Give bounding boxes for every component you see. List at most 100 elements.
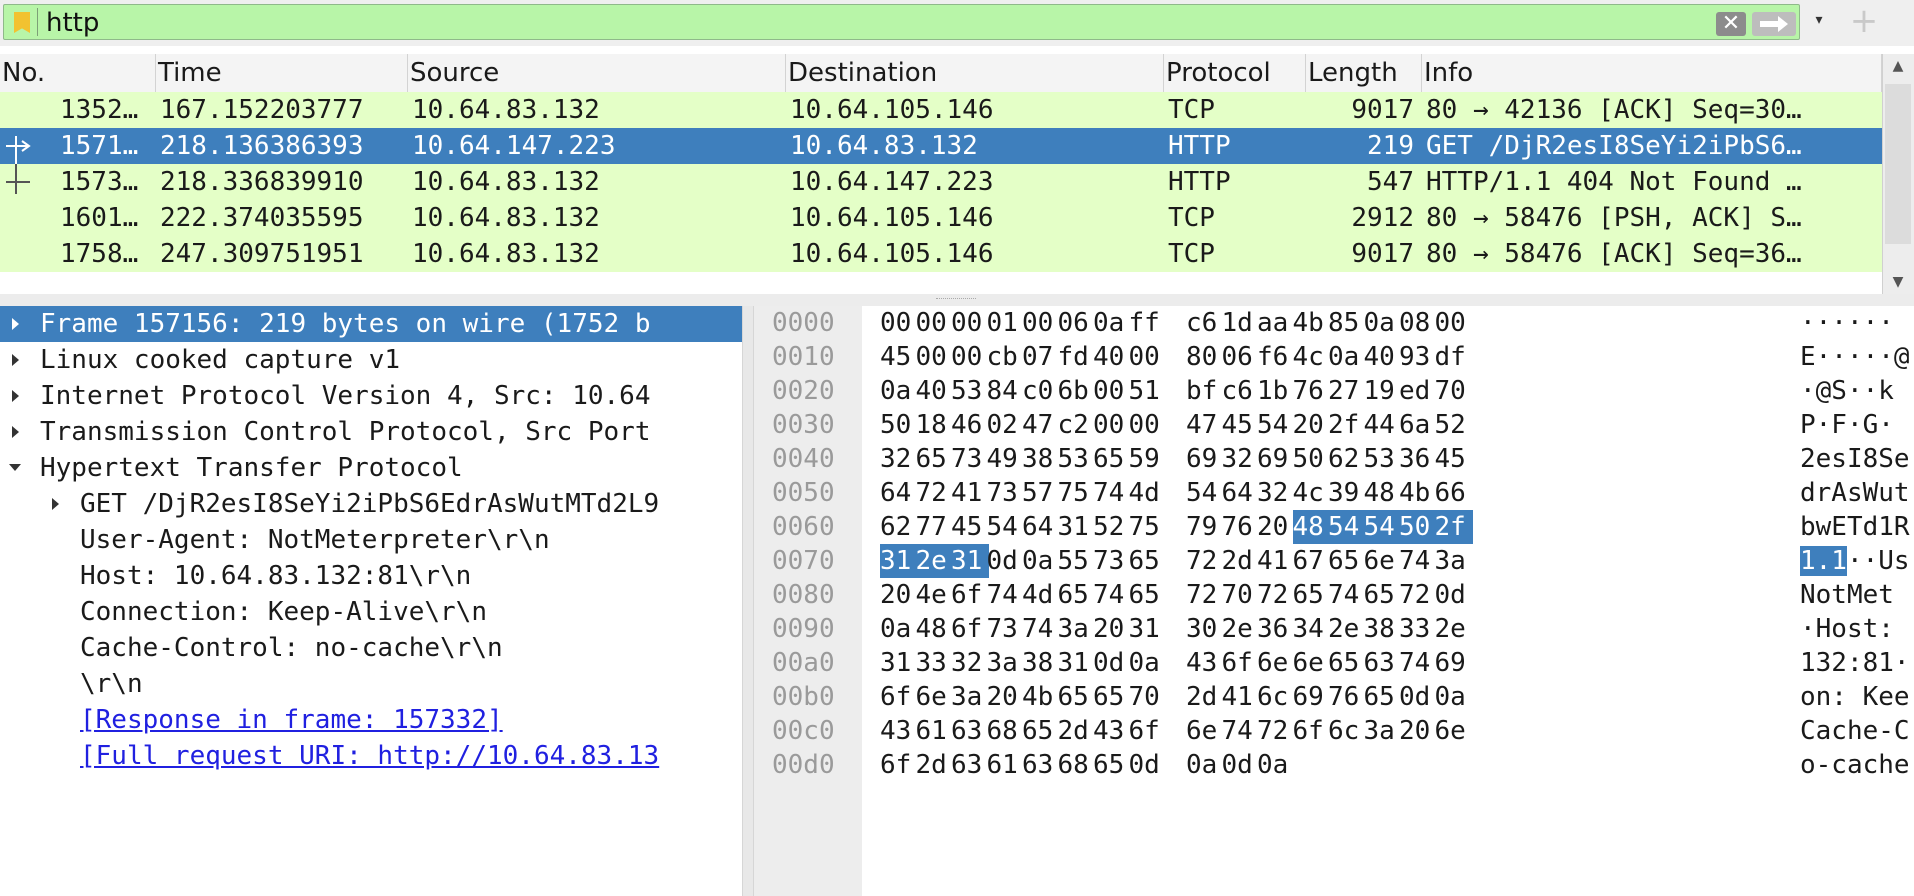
hex-byte[interactable]: 07 [1022,340,1060,374]
display-filter-input[interactable]: http ✕ [3,4,1800,40]
detail-tree-item[interactable]: Connection: Keep-Alive\r\n [0,594,742,630]
hex-byte[interactable]: 40 [1364,340,1402,374]
collapsed-arrow-icon[interactable] [6,378,26,414]
detail-tree-item[interactable]: [Full request URI: http://10.64.83.13 [0,738,742,774]
hex-byte[interactable]: 55 [1058,544,1096,578]
hex-byte[interactable]: 38 [1364,612,1402,646]
scroll-up-icon[interactable]: ▲ [1883,54,1913,78]
hex-byte[interactable]: 68 [987,714,1025,748]
hex-byte[interactable]: 72 [1257,714,1295,748]
hex-byte[interactable]: 20 [1257,510,1295,544]
hex-byte[interactable]: 53 [1364,442,1402,476]
hex-byte[interactable]: 48 [916,612,954,646]
hex-byte[interactable]: 43 [1093,714,1131,748]
hex-byte[interactable]: 20 [880,578,918,612]
hex-byte[interactable]: 6b [1058,374,1096,408]
hex-byte[interactable]: 00 [1093,374,1131,408]
hex-byte[interactable]: 53 [951,374,989,408]
hex-byte[interactable]: 0a [1186,748,1224,782]
hex-byte[interactable]: 80 [1186,340,1224,374]
hex-byte[interactable]: 54 [1328,510,1366,544]
hex-byte[interactable]: 6f [1293,714,1331,748]
hex-byte[interactable]: bf [1186,374,1224,408]
hex-byte[interactable]: 65 [1129,578,1167,612]
detail-tree-item[interactable]: [Response in frame: 157332] [0,702,742,738]
hex-byte[interactable]: 50 [1293,442,1331,476]
hex-byte[interactable]: 4d [1129,476,1167,510]
detail-tree-item[interactable]: Internet Protocol Version 4, Src: 10.64 [0,378,742,414]
hex-byte[interactable]: 32 [1257,476,1295,510]
hex-byte[interactable]: 2e [915,544,954,578]
hex-byte[interactable]: 74 [987,578,1025,612]
hex-byte[interactable]: df [1435,340,1473,374]
hex-ascii[interactable]: 2esI8Se [1800,442,1910,476]
detail-tree-item[interactable]: Transmission Control Protocol, Src Port [0,414,742,450]
hex-byte[interactable]: 2d [1186,680,1224,714]
hex-byte[interactable]: 20 [987,680,1025,714]
hex-byte[interactable]: 76 [1328,680,1366,714]
filter-history-dropdown-icon[interactable]: ▾ [1808,5,1830,35]
hex-byte[interactable]: 00 [916,340,954,374]
scroll-down-icon[interactable]: ▼ [1883,270,1913,294]
hex-byte[interactable]: 84 [987,374,1025,408]
hex-byte[interactable]: 20 [1293,408,1331,442]
collapsed-arrow-icon[interactable] [6,414,26,450]
hex-byte[interactable]: 65 [1328,646,1366,680]
hex-byte[interactable]: 72 [1257,578,1295,612]
hex-byte[interactable]: 75 [1129,510,1167,544]
hex-byte[interactable]: 6e [1435,714,1473,748]
hex-byte[interactable]: 61 [987,748,1025,782]
hex-byte[interactable]: 43 [1186,646,1224,680]
hex-byte[interactable]: 52 [1435,408,1473,442]
hex-byte[interactable]: 38 [1022,442,1060,476]
hex-byte[interactable]: 50 [1399,510,1437,544]
hex-byte[interactable]: f6 [1257,340,1295,374]
hex-byte[interactable]: 50 [880,408,918,442]
column-header-protocol[interactable]: Protocol [1164,54,1306,92]
hex-byte[interactable]: 4e [916,578,954,612]
hex-byte[interactable]: 77 [916,510,954,544]
hex-byte[interactable]: 48 [1364,476,1402,510]
hex-byte[interactable]: 65 [1129,544,1167,578]
hex-byte[interactable]: 4c [1293,476,1331,510]
hex-byte[interactable]: 2d [1222,544,1260,578]
hex-byte[interactable]: 65 [1058,578,1096,612]
hex-byte[interactable]: 72 [916,476,954,510]
hex-byte[interactable]: cb [987,340,1025,374]
hex-byte[interactable]: 75 [1058,476,1096,510]
hex-byte[interactable]: 45 [951,510,989,544]
hex-byte[interactable]: 73 [951,442,989,476]
hex-byte[interactable]: 36 [1399,442,1437,476]
hex-byte[interactable]: 32 [951,646,989,680]
hex-byte[interactable]: c2 [1058,408,1096,442]
hex-byte[interactable]: 6f [951,578,989,612]
hex-byte[interactable]: 65 [1058,680,1096,714]
hex-byte[interactable]: 76 [1222,510,1260,544]
hex-byte[interactable]: 6f [880,680,918,714]
hex-byte[interactable]: 0a [1364,306,1402,340]
hex-ascii[interactable]: P·F·G· [1800,408,1894,442]
hex-byte[interactable]: 2e [1222,612,1260,646]
hex-byte[interactable]: 00 [951,306,989,340]
hex-byte[interactable]: 41 [1222,680,1260,714]
hex-byte[interactable]: 46 [951,408,989,442]
hex-byte[interactable]: 3a [951,680,989,714]
hex-byte[interactable]: 00 [1435,306,1473,340]
hex-byte[interactable]: 74 [1222,714,1260,748]
hex-byte[interactable]: 49 [987,442,1025,476]
hex-byte[interactable]: 41 [951,476,989,510]
detail-tree-item[interactable]: Cache-Control: no-cache\r\n [0,630,742,666]
hex-byte[interactable]: 01 [987,306,1025,340]
hex-byte[interactable]: 65 [1364,578,1402,612]
hex-ascii[interactable]: drAsWut [1800,476,1910,510]
hex-byte[interactable]: aa [1257,306,1295,340]
hex-byte[interactable]: 74 [1093,578,1131,612]
hex-byte[interactable]: 65 [1022,714,1060,748]
hex-byte[interactable]: 02 [987,408,1025,442]
hex-byte[interactable]: 74 [1399,544,1437,578]
hex-byte[interactable]: 72 [1186,578,1224,612]
hex-byte[interactable]: 45 [1435,442,1473,476]
hex-byte[interactable]: 20 [1399,714,1437,748]
hex-byte[interactable]: 65 [1093,748,1131,782]
hex-byte[interactable]: 74 [1093,476,1131,510]
